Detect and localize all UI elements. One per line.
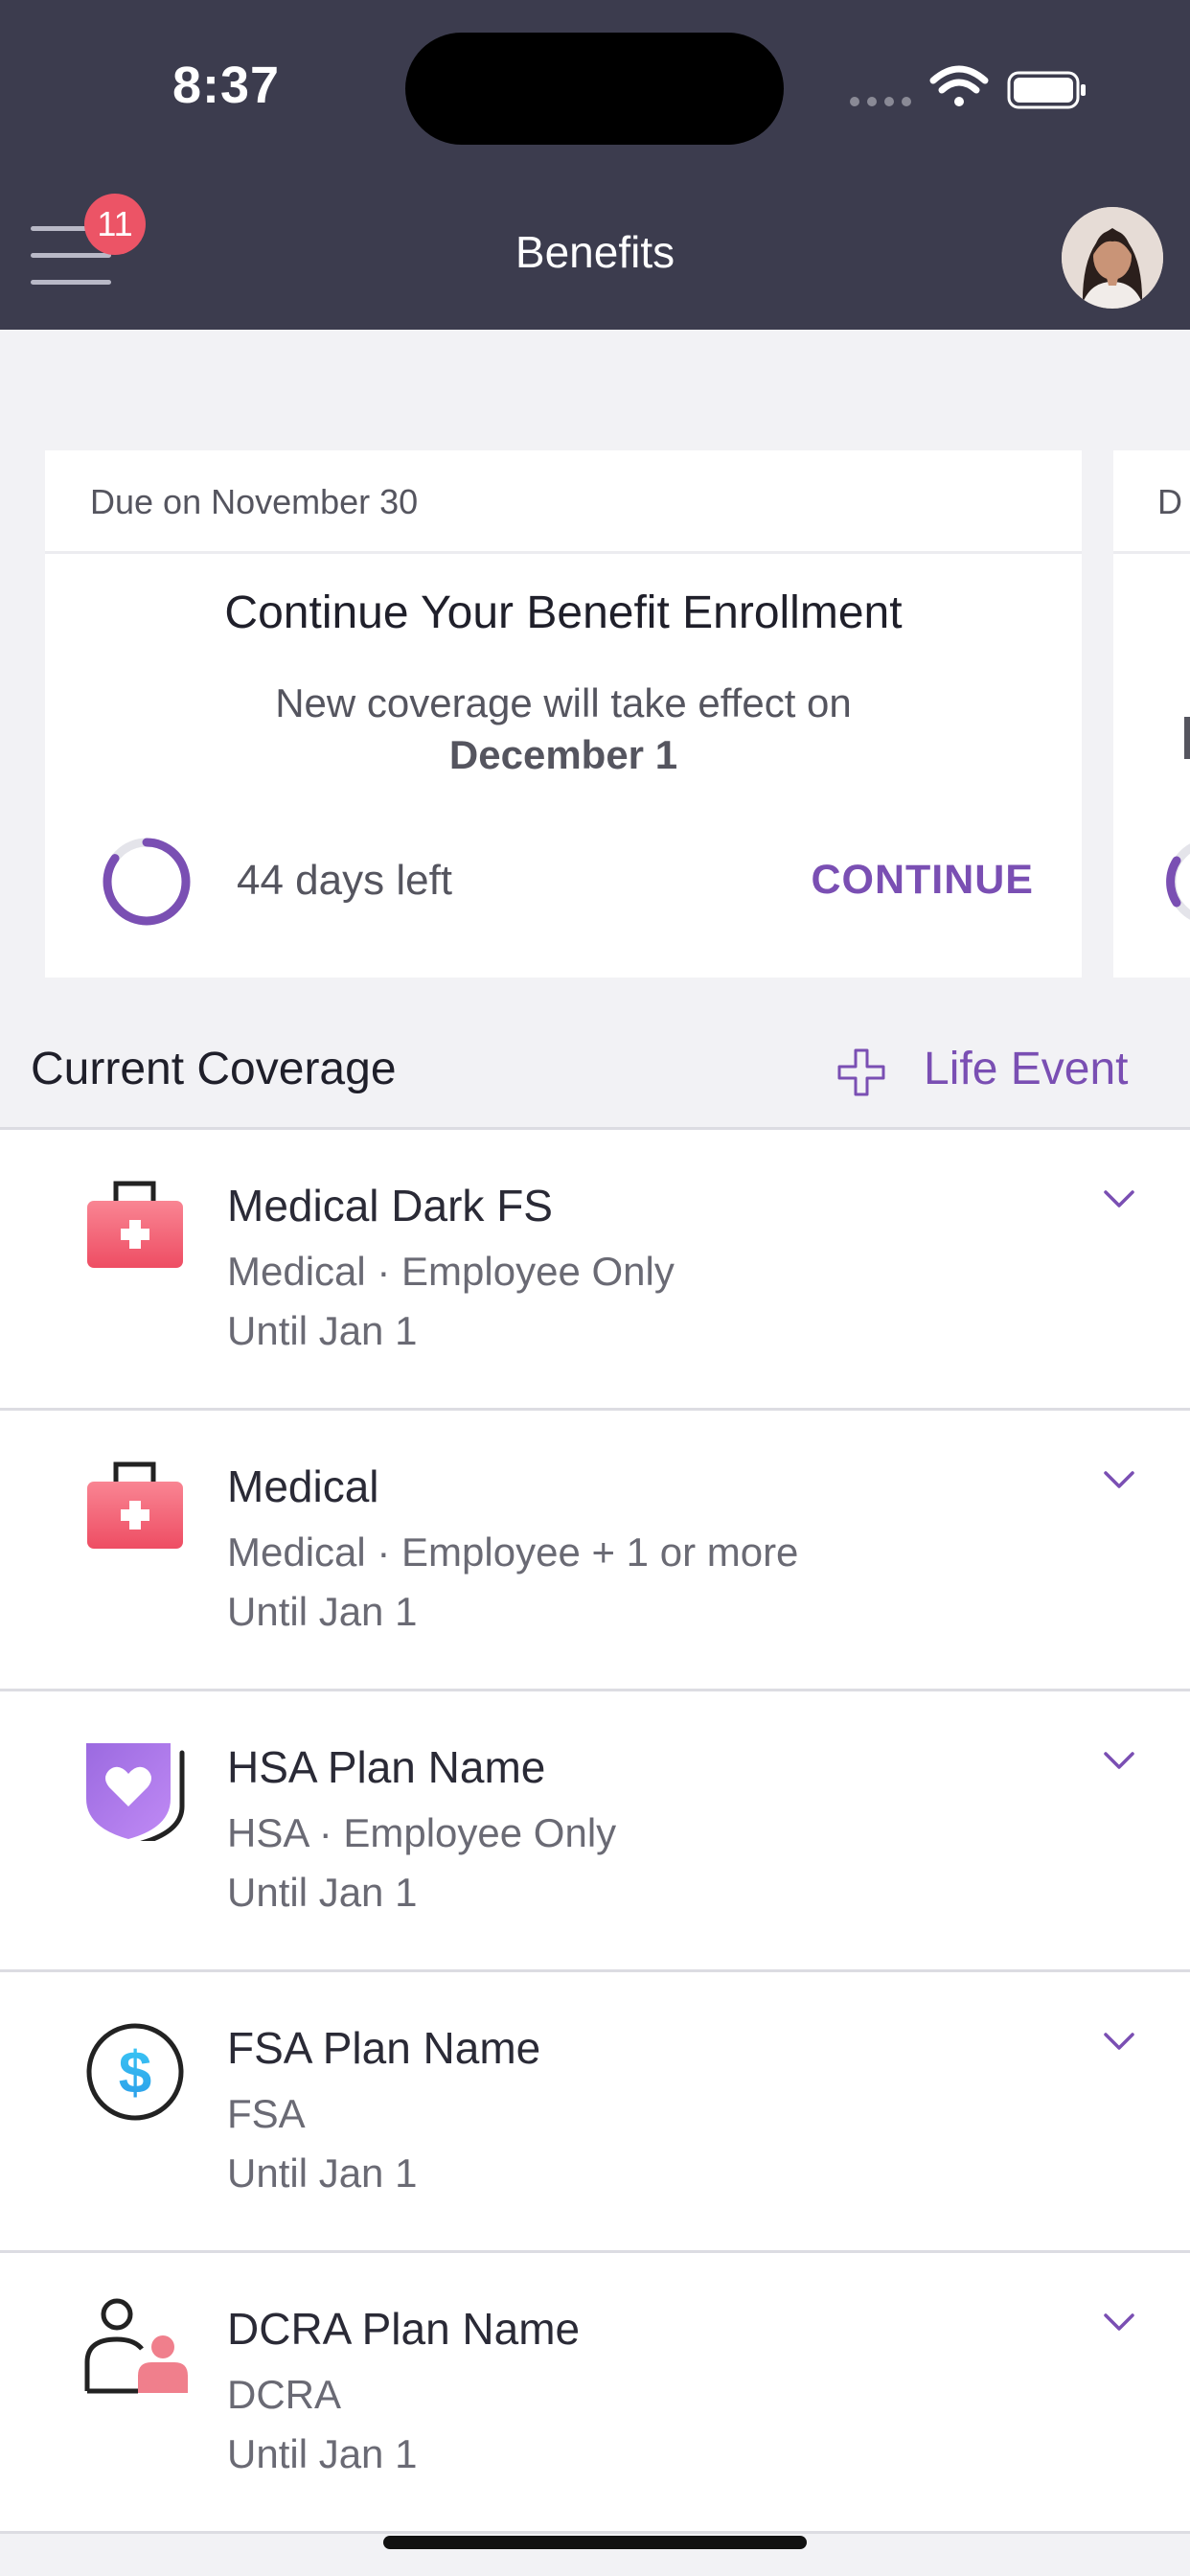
life-event-label: Life Event bbox=[924, 1044, 1129, 1094]
chevron-down-icon[interactable] bbox=[1102, 2030, 1136, 2053]
plan-until: Until Jan 1 bbox=[227, 1589, 418, 1634]
avatar[interactable] bbox=[1062, 207, 1163, 309]
status-time: 8:37 bbox=[172, 57, 281, 114]
days-left-label: 44 days left bbox=[237, 857, 453, 904]
chevron-down-icon[interactable] bbox=[1102, 1187, 1136, 1210]
coverage-row[interactable]: Medical Medical · Employee + 1 or more U… bbox=[0, 1411, 1190, 1691]
plan-detail: Medical · Employee + 1 or more bbox=[227, 1530, 799, 1575]
signal-dots-icon bbox=[850, 97, 911, 106]
enrollment-effective-date: December 1 bbox=[448, 732, 678, 777]
plan-name: Medical bbox=[227, 1461, 379, 1511]
enrollment-card[interactable]: Due on November 30 Continue Your Benefit… bbox=[45, 450, 1082, 978]
coverage-row[interactable]: HSA Plan Name HSA · Employee Only Until … bbox=[0, 1691, 1190, 1972]
enrollment-title: Continue Your Benefit Enrollment bbox=[224, 587, 903, 638]
plus-icon bbox=[837, 1048, 885, 1096]
dependents-icon bbox=[84, 2298, 188, 2394]
chevron-down-icon[interactable] bbox=[1102, 1749, 1136, 1772]
days-left-progress-ring bbox=[103, 838, 191, 926]
plan-name: HSA Plan Name bbox=[227, 1742, 546, 1792]
medical-kit-icon bbox=[87, 1461, 183, 1549]
plan-detail: Medical · Employee Only bbox=[227, 1249, 675, 1294]
medical-kit-icon bbox=[87, 1181, 183, 1268]
coverage-list: Medical Dark FS Medical · Employee Only … bbox=[0, 1127, 1190, 2534]
plan-name: Medical Dark FS bbox=[227, 1181, 553, 1230]
next-card-text-fragment bbox=[1184, 717, 1190, 759]
coverage-row[interactable]: $ FSA Plan Name FSA Until Jan 1 bbox=[0, 1972, 1190, 2253]
chevron-down-icon[interactable] bbox=[1102, 1468, 1136, 1491]
enrollment-due-date: Due on November 30 bbox=[45, 450, 1082, 554]
next-card-peek[interactable]: D bbox=[1113, 450, 1190, 978]
dollar-coin-icon: $ bbox=[86, 2023, 184, 2121]
heart-shield-icon bbox=[86, 1743, 185, 1841]
plan-until: Until Jan 1 bbox=[227, 2431, 418, 2476]
plan-until: Until Jan 1 bbox=[227, 1870, 418, 1915]
status-icons bbox=[850, 65, 1086, 109]
plan-detail: DCRA bbox=[227, 2372, 342, 2417]
next-card-due-fragment: D bbox=[1113, 450, 1190, 554]
app-header: 8:37 11 Benefits bbox=[0, 0, 1190, 330]
wifi-icon bbox=[929, 65, 989, 106]
life-event-button[interactable]: Life Event bbox=[835, 1037, 1161, 1104]
plan-until: Until Jan 1 bbox=[227, 1308, 418, 1353]
page-title: Benefits bbox=[515, 227, 675, 277]
battery-icon bbox=[1007, 71, 1086, 109]
plan-detail: HSA · Employee Only bbox=[227, 1810, 617, 1855]
home-indicator[interactable] bbox=[383, 2536, 807, 2549]
chevron-down-icon[interactable] bbox=[1102, 2311, 1136, 2334]
enrollment-subtitle: New coverage will take effect on bbox=[275, 680, 852, 725]
plan-detail: FSA bbox=[227, 2091, 306, 2136]
coverage-row[interactable]: Medical Dark FS Medical · Employee Only … bbox=[0, 1130, 1190, 1411]
plan-name: DCRA Plan Name bbox=[227, 2304, 581, 2354]
next-card-progress-ring bbox=[1166, 843, 1190, 920]
coverage-row[interactable]: DCRA Plan Name DCRA Until Jan 1 bbox=[0, 2253, 1190, 2534]
coverage-section-title: Current Coverage bbox=[31, 1044, 397, 1094]
menu-icon-line bbox=[31, 280, 111, 285]
continue-button[interactable]: CONTINUE bbox=[811, 857, 1034, 904]
svg-text:$: $ bbox=[119, 2040, 151, 2106]
plan-name: FSA Plan Name bbox=[227, 2023, 541, 2073]
dynamic-island bbox=[405, 33, 784, 145]
avatar-photo bbox=[1062, 207, 1163, 309]
plan-until: Until Jan 1 bbox=[227, 2150, 418, 2196]
